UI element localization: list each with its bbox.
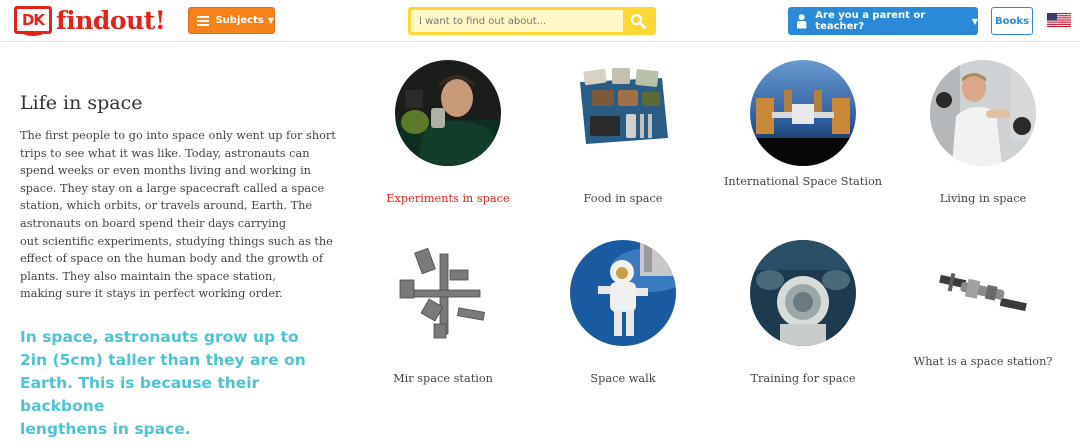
- topic-label: Experiments in space: [386, 192, 510, 205]
- spacewalk-thumbnail: [570, 240, 676, 346]
- topic-card-food[interactable]: Food in space: [533, 60, 713, 205]
- search-input[interactable]: [411, 10, 623, 32]
- food-thumbnail: [570, 60, 676, 166]
- topic-label: Space walk: [590, 372, 656, 385]
- topic-label: What is a space station?: [913, 355, 1053, 368]
- iss-thumbnail: [750, 60, 856, 166]
- topic-label: Training for space: [750, 372, 856, 385]
- topic-card-what-is-station[interactable]: What is a space station?: [893, 240, 1073, 368]
- living-thumbnail: [930, 60, 1036, 166]
- topic-label: International Space Station: [723, 175, 883, 188]
- logo-wordmark: findout!: [56, 5, 166, 35]
- parent-teacher-button[interactable]: Are you a parent or teacher? ▼: [788, 7, 978, 35]
- station-thumbnail: [930, 240, 1036, 346]
- books-button[interactable]: Books: [991, 7, 1033, 35]
- search-button[interactable]: [623, 10, 653, 32]
- person-icon: [796, 14, 807, 29]
- hamburger-icon: [197, 15, 210, 26]
- us-flag-icon[interactable]: [1047, 13, 1071, 27]
- subjects-button[interactable]: Subjects ▼: [188, 7, 275, 34]
- topic-label: Food in space: [583, 192, 663, 205]
- mir-thumbnail: [390, 240, 496, 346]
- topic-card-living[interactable]: Living in space: [893, 60, 1073, 205]
- topic-label: Mir space station: [393, 372, 493, 385]
- dk-logo-icon: DK: [14, 6, 52, 36]
- intro-text: The first people to go into space only w…: [20, 127, 340, 303]
- dk-findout-logo[interactable]: DK findout!: [14, 5, 166, 36]
- search-bar: [408, 7, 656, 35]
- topic-card-training[interactable]: Training for space: [713, 240, 893, 385]
- topic-card-experiments[interactable]: Experiments in space: [358, 60, 538, 205]
- search-icon: [630, 13, 646, 29]
- topic-card-mir[interactable]: Mir space station: [353, 240, 533, 385]
- fun-fact: In space, astronauts grow up to 2in (5cm…: [20, 328, 306, 438]
- topic-card-spacewalk[interactable]: Space walk: [533, 240, 713, 385]
- experiments-thumbnail: [395, 60, 501, 166]
- page-title: Life in space: [20, 92, 143, 114]
- chevron-down-icon: ▼: [267, 16, 274, 25]
- parent-teacher-label: Are you a parent or teacher?: [815, 10, 926, 32]
- intro-paragraph: The first people to go into space only w…: [20, 129, 336, 301]
- topic-card-iss[interactable]: International Space Station: [713, 60, 893, 188]
- training-thumbnail: [750, 240, 856, 346]
- subjects-label: Subjects: [215, 15, 264, 26]
- topic-label: Living in space: [939, 192, 1027, 205]
- site-header: DK findout! Subjects ▼ Are you a parent …: [0, 0, 1080, 42]
- chevron-down-icon: ▼: [971, 16, 978, 26]
